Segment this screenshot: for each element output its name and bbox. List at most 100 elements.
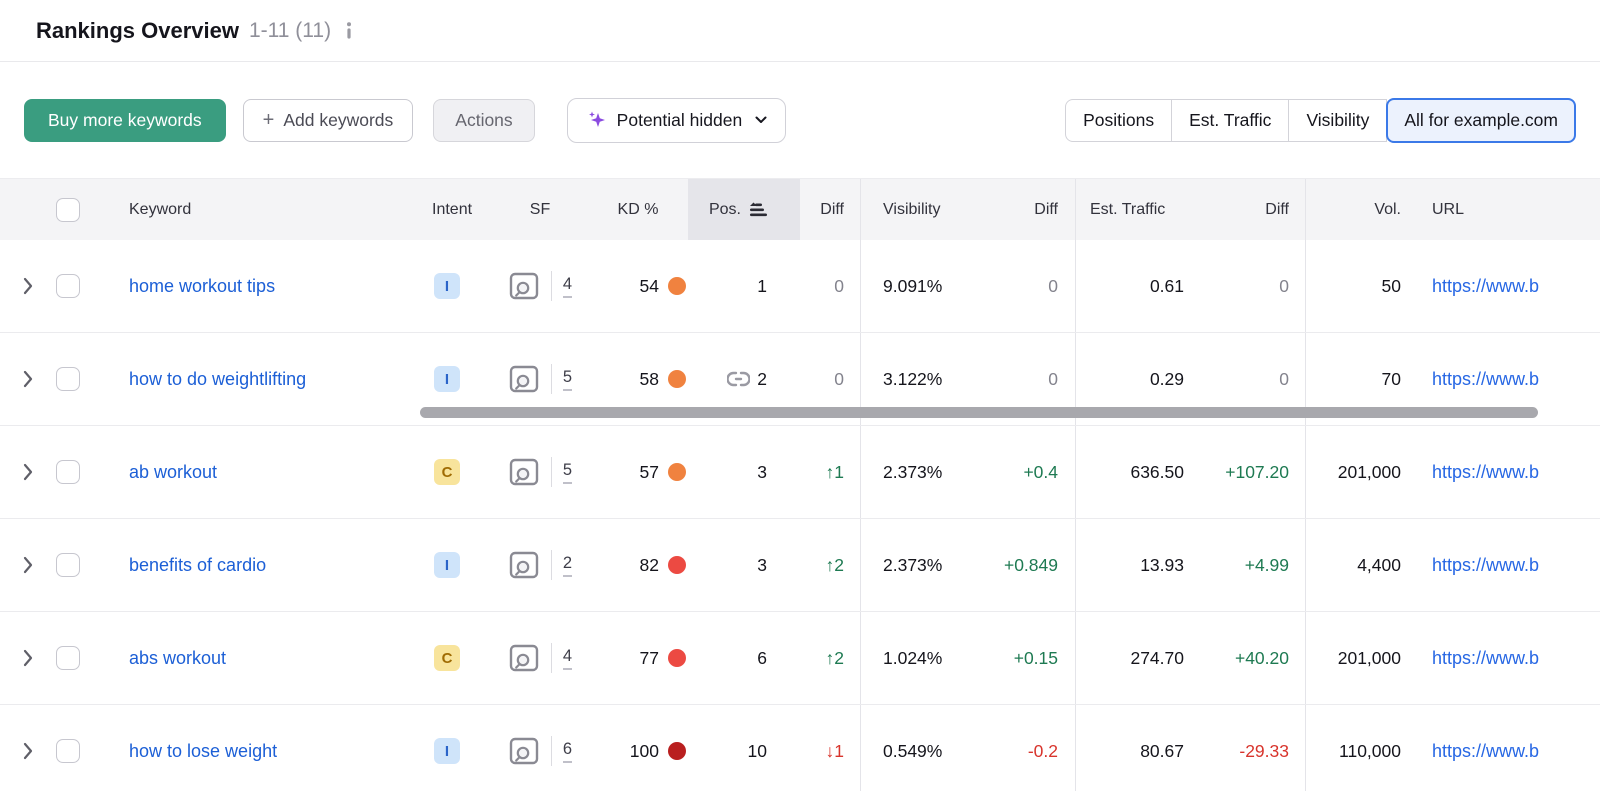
traffic-diff: +40.20 [1234,647,1289,668]
url-link[interactable]: https://www.b [1432,369,1539,390]
keyword-cell: how to do weightlifting [104,333,420,425]
keyword-link[interactable]: home workout tips [129,276,275,297]
url-link[interactable]: https://www.b [1432,648,1539,669]
sort-ascending-icon [750,202,767,216]
tab-all-for-domain[interactable]: All for example.com [1386,97,1576,143]
horizontal-scrollbar[interactable] [420,407,1538,418]
visibility-diff: -0.2 [1027,740,1058,761]
pos-cell: 10 [688,705,800,791]
intent-badge[interactable]: I [434,366,460,392]
potential-hidden-dropdown[interactable]: Potential hidden [566,97,787,143]
tab-est-traffic[interactable]: Est. Traffic [1171,98,1290,142]
url-link[interactable]: https://www.b [1432,555,1539,576]
sf-count[interactable]: 5 [562,368,573,391]
rankings-table: Keyword Intent SF KD % Pos. Diff Visibil… [0,178,1600,791]
pos-value: 3 [757,461,767,482]
keyword-link[interactable]: abs workout [129,648,226,669]
serp-features-icon[interactable] [508,457,540,487]
intent-badge[interactable]: C [434,459,460,485]
add-keywords-button[interactable]: + Add keywords [242,98,414,142]
url-cell: https://www.b [1405,705,1600,791]
view-tabs: Positions Est. Traffic Visibility All fo… [1065,97,1576,143]
table-header-row: Keyword Intent SF KD % Pos. Diff Visibil… [0,178,1600,240]
actions-button[interactable]: Actions [433,98,535,142]
kd-value: 57 [639,461,659,482]
url-link[interactable]: https://www.b [1432,462,1539,483]
header-url[interactable]: URL [1405,179,1600,240]
add-keywords-label: Add keywords [283,109,394,130]
expand-row-chevron[interactable] [0,612,56,704]
visibility-diff: +0.849 [1003,554,1058,575]
select-all-checkbox[interactable] [56,197,80,222]
sf-count[interactable]: 4 [562,647,573,670]
info-icon[interactable] [345,22,353,39]
header-visibility[interactable]: Visibility [860,179,970,240]
serp-features-icon[interactable] [508,550,540,580]
row-checkbox[interactable] [56,646,80,670]
intent-badge[interactable]: I [434,738,460,764]
url-link[interactable]: https://www.b [1432,276,1539,297]
link-icon[interactable] [727,371,751,387]
traffic-diff: 0 [1279,275,1289,296]
header-sf[interactable]: SF [492,179,588,240]
row-checkbox[interactable] [56,460,80,484]
sf-count[interactable]: 4 [562,275,573,298]
visibility-value: 9.091% [860,240,970,332]
sf-count[interactable]: 2 [562,554,573,577]
sf-count[interactable]: 5 [562,461,573,484]
expand-row-chevron[interactable] [0,426,56,518]
row-checkbox-cell [56,519,104,611]
header-pos[interactable]: Pos. [688,179,800,240]
pos-cell: 3 [688,426,800,518]
header-est-traffic[interactable]: Est. Traffic [1075,179,1190,240]
sf-divider [550,457,552,487]
kd-cell: 54 [588,240,688,332]
table-row: home workout tips I 4 54 1 0 9.091% 0 0.… [0,240,1600,333]
header-kd[interactable]: KD % [588,179,688,240]
serp-features-icon[interactable] [508,271,540,301]
visibility-diff: +0.4 [1023,461,1058,482]
row-checkbox[interactable] [56,274,80,298]
url-link[interactable]: https://www.b [1432,741,1539,762]
chevron-down-icon [755,116,767,123]
header-volume[interactable]: Vol. [1305,179,1405,240]
expand-row-chevron[interactable] [0,333,56,425]
buy-more-keywords-button[interactable]: Buy more keywords [24,98,226,142]
serp-features-icon[interactable] [508,736,540,766]
serp-features-icon[interactable] [508,364,540,394]
intent-cell: C [420,612,492,704]
expand-row-chevron[interactable] [0,519,56,611]
intent-badge[interactable]: I [434,273,460,299]
traffic-diff: +4.99 [1244,554,1289,575]
header-visibility-diff[interactable]: Diff [970,179,1075,240]
intent-badge[interactable]: C [434,645,460,671]
header-expand-spacer [0,179,56,240]
sf-divider [550,364,552,394]
kd-cell: 77 [588,612,688,704]
intent-badge[interactable]: I [434,552,460,578]
row-checkbox[interactable] [56,739,80,763]
tab-visibility[interactable]: Visibility [1288,98,1388,142]
expand-row-chevron[interactable] [0,240,56,332]
volume-value: 201,000 [1305,612,1405,704]
header-intent[interactable]: Intent [420,179,492,240]
row-checkbox[interactable] [56,553,80,577]
pos-value: 6 [757,647,767,668]
keyword-cell: home workout tips [104,240,420,332]
keyword-link[interactable]: how to do weightlifting [129,369,306,390]
header-keyword[interactable]: Keyword [104,179,420,240]
tab-positions[interactable]: Positions [1065,98,1173,142]
header-traffic-diff[interactable]: Diff [1190,179,1305,240]
toolbar: Buy more keywords + Add keywords Actions… [0,62,1600,178]
serp-features-icon[interactable] [508,643,540,673]
kd-value: 82 [639,554,659,575]
keyword-link[interactable]: benefits of cardio [129,555,266,576]
intent-cell: I [420,240,492,332]
visibility-value: 2.373% [860,426,970,518]
row-checkbox[interactable] [56,367,80,391]
sf-count[interactable]: 6 [562,740,573,763]
keyword-link[interactable]: ab workout [129,462,217,483]
expand-row-chevron[interactable] [0,705,56,791]
keyword-link[interactable]: how to lose weight [129,741,277,762]
header-pos-diff[interactable]: Diff [800,179,860,240]
